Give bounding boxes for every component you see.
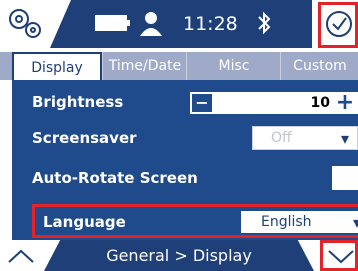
screensaver-label: Screensaver xyxy=(32,129,137,147)
autorotate-checkbox[interactable] xyxy=(332,166,358,190)
tab-time-date[interactable]: Time/Date xyxy=(102,52,187,80)
user-icon xyxy=(138,10,164,38)
confirm-highlight xyxy=(318,2,358,48)
autorotate-label: Auto-Rotate Screen xyxy=(32,169,198,187)
bluetooth-icon xyxy=(256,10,272,38)
tab-display[interactable]: Display xyxy=(12,52,102,80)
settings-gears-icon[interactable] xyxy=(6,6,46,42)
screensaver-dropdown[interactable]: Off ▾ xyxy=(252,126,358,150)
scroll-down-highlight xyxy=(320,240,358,271)
screensaver-value: Off xyxy=(271,130,292,146)
status-bar-panel xyxy=(50,0,312,48)
time-display: 11:28 xyxy=(183,13,238,35)
language-dropdown[interactable]: English ▾ xyxy=(241,211,358,233)
chevron-down-icon: ▾ xyxy=(352,213,358,232)
brightness-decrease-button[interactable]: − xyxy=(192,94,212,112)
language-label: Language xyxy=(43,213,126,231)
status-bar: 11:28 xyxy=(0,0,358,48)
language-row-highlight: Language English ▾ xyxy=(32,204,358,238)
tab-bar: Display Time/Date Misc Custom xyxy=(0,52,358,80)
battery-icon xyxy=(95,14,131,32)
brightness-label: Brightness xyxy=(32,93,124,111)
brightness-value: 10 xyxy=(310,95,330,111)
tab-custom[interactable]: Custom xyxy=(280,52,358,80)
language-value: English xyxy=(261,214,312,230)
brightness-increase-button[interactable]: + xyxy=(334,92,356,114)
breadcrumb: General > Display xyxy=(106,246,252,265)
scroll-up-icon[interactable] xyxy=(6,246,36,266)
chevron-down-icon: ▾ xyxy=(340,129,349,148)
device-screen: 11:28 Display Time/Date Misc Custom Brig… xyxy=(0,0,358,271)
bottom-bar: General > Display xyxy=(0,240,358,271)
settings-panel: Brightness − 10 + Screensaver Off ▾ Auto… xyxy=(12,80,358,240)
brightness-stepper: − 10 + xyxy=(190,92,358,114)
breadcrumb-panel: General > Display xyxy=(44,240,314,271)
tab-misc[interactable]: Misc xyxy=(186,52,281,80)
